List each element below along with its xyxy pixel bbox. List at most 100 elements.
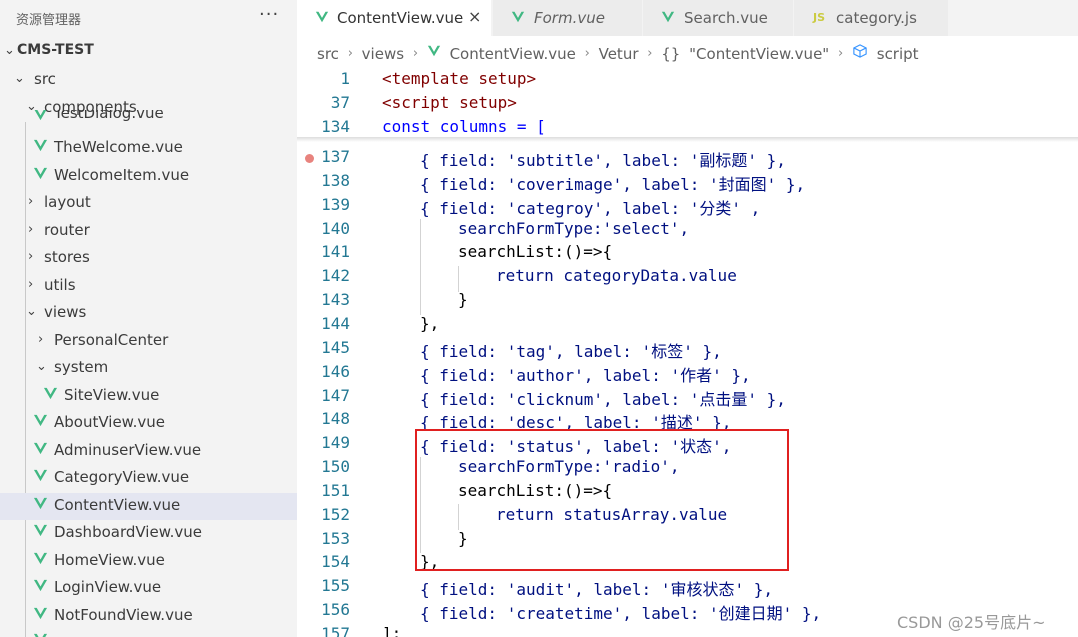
tree-item-siteview[interactable]: SiteView.vue (0, 383, 297, 410)
code-line[interactable]: 141 searchList:()=>{ (297, 238, 1078, 262)
tree-item-label: TestDialog.vue (54, 110, 164, 122)
vue-file-icon (33, 607, 48, 620)
code-line[interactable]: 139{ field: 'categroy', label: '分类' , (297, 191, 1078, 218)
close-icon[interactable]: × (468, 7, 481, 26)
tree-item-layout[interactable]: › layout (0, 190, 297, 217)
breadcrumb-object[interactable]: "ContentView.vue" (689, 45, 829, 63)
tree-item-adminuserview[interactable]: AdminuserView.vue (0, 438, 297, 465)
tree-item-label: HomeView.vue (54, 551, 165, 569)
vue-file-icon (315, 11, 329, 23)
code-text: const columns = [ (382, 117, 546, 136)
code-line[interactable]: 142 return categoryData.value (297, 262, 1078, 286)
vue-file-icon (43, 387, 58, 400)
tree-item-label: utils (44, 276, 76, 294)
code-line[interactable]: 148{ field: 'desc', label: '描述' }, (297, 405, 1078, 432)
tree-item-categoryview[interactable]: CategoryView.vue (0, 465, 297, 492)
vue-file-icon (661, 11, 675, 23)
tree-item-cms-test[interactable]: ⌄ CMS-TEST (0, 39, 297, 66)
code-text: <template setup> (382, 69, 537, 88)
tree-item-system[interactable]: ⌄ system (0, 355, 297, 382)
breadcrumb: src › views › ContentView.vue › Vetur › … (317, 44, 919, 64)
tree-item-label: views (44, 303, 87, 321)
tree-item-src[interactable]: ⌄ src (0, 67, 297, 94)
tab-label: Form.vue (534, 9, 605, 27)
code-line[interactable]: 147{ field: 'clicknum', label: '点击量' }, (297, 382, 1078, 409)
cube-icon (853, 44, 867, 58)
breadcrumb-script[interactable]: script (877, 45, 919, 63)
tree-item-welcomeitem[interactable]: WelcomeItem.vue (0, 163, 297, 190)
tree-item-label: WelcomeItem.vue (54, 166, 190, 184)
tree-item-personalcenter[interactable]: › PersonalCenter (0, 328, 297, 355)
line-number: 134 (321, 117, 350, 136)
tab-category-js[interactable]: JS category.js (794, 0, 949, 36)
tree-item-dashboardview[interactable]: DashboardView.vue (0, 520, 297, 547)
object-icon: {} (661, 44, 681, 63)
tab-search[interactable]: Search.vue (643, 0, 794, 36)
breadcrumb-file[interactable]: ContentView.vue (450, 45, 576, 63)
code-text: <script setup> (382, 93, 517, 112)
explorer-header: 资源管理器 ··· (0, 0, 297, 34)
code-text: ]; (382, 624, 402, 637)
code-line[interactable]: 140 searchFormType:'select', (297, 215, 1078, 239)
more-actions-icon[interactable]: ··· (259, 4, 279, 25)
line-number: 137 (321, 147, 350, 166)
code-line[interactable]: 145{ field: 'tag', label: '标签' }, (297, 334, 1078, 361)
code-line-sticky[interactable]: 1 <template setup> (297, 65, 1078, 89)
breadcrumb-src[interactable]: src (317, 45, 339, 63)
vue-file-icon (33, 497, 48, 510)
vue-file-icon (33, 442, 48, 455)
tab-contentview[interactable]: ContentView.vue × (297, 0, 492, 36)
code-line[interactable]: 146{ field: 'author', label: '作者' }, (297, 358, 1078, 385)
tree-item-label: PersonalCenter (54, 331, 169, 349)
code-line[interactable]: 143} (297, 286, 1078, 310)
line-number: 142 (321, 266, 350, 286)
tree-item-label: src (34, 70, 56, 88)
vue-file-icon (34, 110, 47, 121)
tree-item-label: layout (44, 193, 91, 211)
vue-file-icon (33, 632, 48, 637)
breadcrumb-views[interactable]: views (362, 45, 404, 63)
vue-file-icon (33, 524, 48, 537)
code-line[interactable]: 138{ field: 'coverimage', label: '封面图' }… (297, 167, 1078, 194)
tree-item-utils[interactable]: › utils (0, 273, 297, 300)
code-line[interactable]: 144}, (297, 310, 1078, 334)
tree-item-label: CategoryView.vue (54, 468, 190, 486)
line-number: 144 (321, 313, 350, 333)
tree-item-homeview[interactable]: HomeView.vue (0, 548, 297, 575)
tree-item-contentview[interactable]: ContentView.vue (0, 493, 297, 520)
tree-item-label: CMS-TEST (17, 42, 94, 58)
tree-item-label: TheWelcome.vue (54, 138, 183, 156)
tree-item-label: NotFoundView.vue (54, 606, 193, 624)
code-text: return categoryData.value (496, 266, 737, 286)
tree-item-loginview[interactable]: LoginView.vue (0, 575, 297, 602)
vue-file-icon (511, 11, 525, 23)
tree-item-aboutview[interactable]: AboutView.vue (0, 410, 297, 437)
tree-item-notfoundview[interactable]: NotFoundView.vue (0, 603, 297, 630)
code-line[interactable]: 137{ field: 'subtitle', label: '副标题' }, (297, 143, 1078, 170)
tree-item-testdialog[interactable]: TestDialog.vue (0, 110, 297, 128)
tree-item-label: ContentView.vue (54, 496, 181, 514)
code-line-sticky[interactable]: 134 const columns = [ (297, 113, 1078, 137)
chevron-right-icon: › (28, 194, 34, 209)
tree-item-label: AboutView.vue (54, 413, 165, 431)
tab-form[interactable]: Form.vue (493, 0, 643, 36)
vue-file-icon (427, 45, 440, 57)
code-line[interactable]: 155{ field: 'audit', label: '审核状态' }, (297, 572, 1078, 599)
annotation-highlight-box (415, 429, 789, 571)
vue-file-icon (33, 139, 48, 152)
chevron-right-icon: › (647, 46, 653, 61)
tree-item-router[interactable]: › router (0, 218, 297, 245)
tree-item-views[interactable]: ⌄ views (0, 300, 297, 327)
tree-item-thewelcome[interactable]: TheWelcome.vue (0, 135, 297, 162)
tree-item-label: system (54, 358, 109, 376)
tree-item-stores[interactable]: › stores (0, 245, 297, 272)
code-text: }, (420, 313, 440, 333)
code-text: searchList:()=>{ (458, 242, 613, 262)
chevron-right-icon: › (28, 249, 34, 264)
code-line-sticky[interactable]: 37 <script setup> (297, 89, 1078, 113)
breadcrumb-vetur[interactable]: Vetur (599, 45, 639, 63)
line-number: 154 (321, 552, 350, 572)
chevron-right-icon: › (28, 222, 34, 237)
vue-file-icon (33, 167, 48, 180)
vue-file-icon (33, 579, 48, 592)
